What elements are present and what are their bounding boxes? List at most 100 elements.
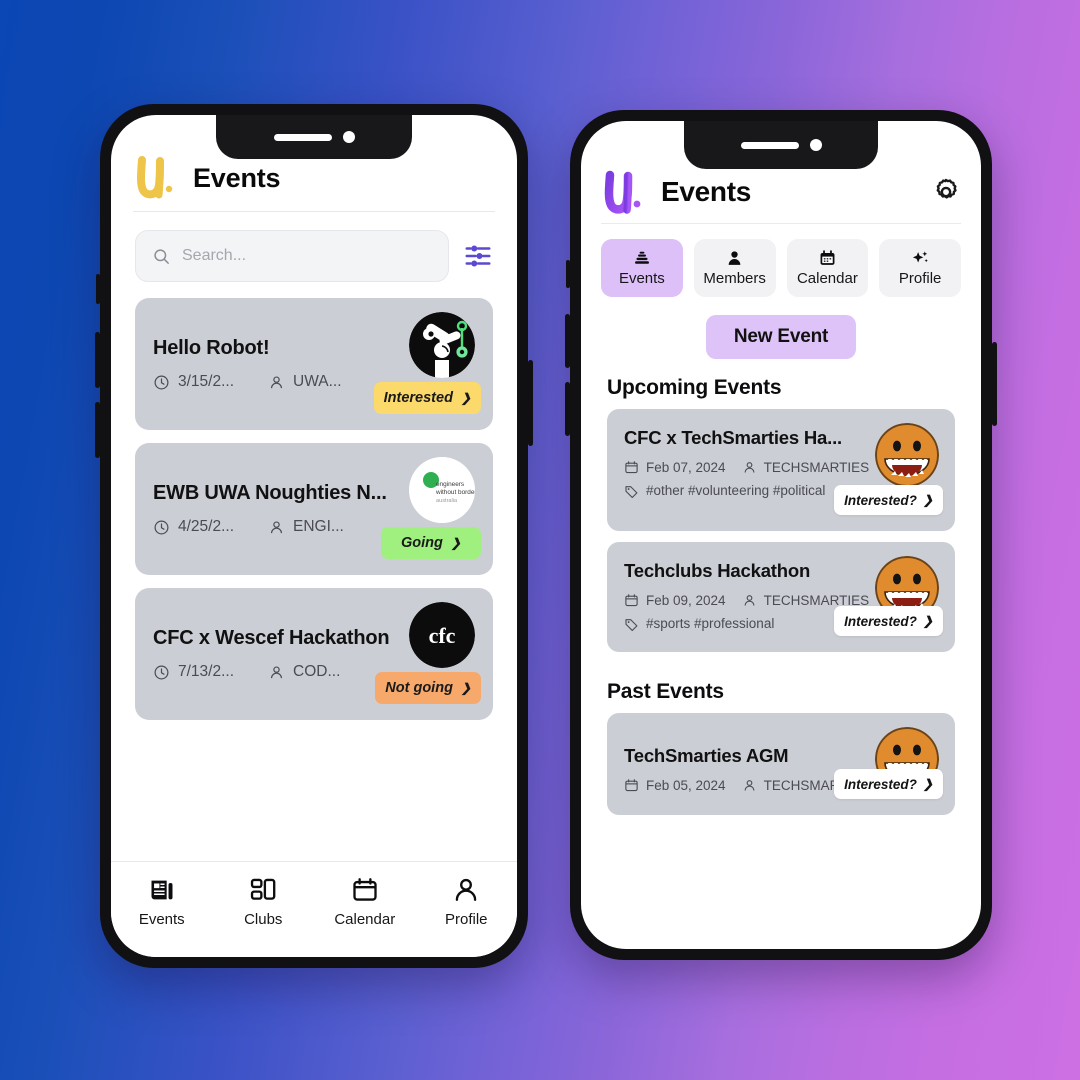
person-icon	[455, 878, 477, 901]
tab-events[interactable]: Events	[111, 876, 213, 928]
calendar-icon	[625, 779, 638, 792]
rsvp-dropdown[interactable]: Interested? ❯	[834, 606, 943, 636]
left-page-title: Events	[193, 162, 281, 193]
u-logo-purple-icon	[601, 168, 645, 216]
person-icon	[270, 375, 283, 388]
clock-icon	[154, 520, 169, 534]
robot-arm-logo-icon	[409, 312, 475, 378]
tab-label: Events	[138, 911, 185, 928]
event-title: Techclubs Hackathon	[624, 560, 811, 581]
rsvp-dropdown[interactable]: Interested? ❯	[834, 769, 943, 799]
event-date-text: Feb 07, 2024	[646, 460, 726, 475]
chevron-down-icon: ❯	[460, 681, 471, 695]
rsvp-dropdown[interactable]: Interested? ❯	[834, 485, 943, 515]
chevron-down-icon: ❯	[460, 391, 471, 405]
chevron-down-icon: ❯	[922, 493, 933, 507]
tab-events[interactable]: Events	[601, 239, 683, 297]
chevron-down-icon: ❯	[450, 536, 461, 550]
search-input[interactable]: Search...	[135, 230, 449, 282]
event-card[interactable]: Techclubs Hackathon Feb 09, 2024 TECHSMA…	[607, 542, 955, 652]
tab-label: Members	[703, 270, 766, 287]
rsvp-dropdown[interactable]: Interested ❯	[373, 382, 481, 414]
event-title: TechSmarties AGM	[624, 745, 789, 766]
event-card[interactable]: Hello Robot! 3/15/2... UWA... Interested…	[135, 298, 493, 430]
phone-left-power-button[interactable]	[528, 360, 533, 446]
phone-left-notch	[216, 115, 412, 159]
event-tags-text: #sports #professional	[646, 616, 775, 631]
left-events-list: Hello Robot! 3/15/2... UWA... Interested…	[111, 282, 517, 720]
tab-label: Profile	[444, 911, 488, 928]
calendar-icon	[353, 878, 377, 901]
svg-text:without borders: without borders	[435, 489, 475, 496]
tab-calendar[interactable]: Calendar	[786, 239, 869, 297]
event-date: 7/13/2...	[153, 663, 234, 681]
event-date-text: Feb 05, 2024	[646, 778, 726, 793]
earpiece-speaker-icon	[740, 141, 799, 149]
event-date: Feb 09, 2024	[624, 593, 726, 608]
engineers-without-borders-logo-icon: engineers without borders australia	[409, 457, 475, 523]
event-host: UWA...	[268, 373, 342, 391]
new-event-button[interactable]: New Event	[705, 315, 857, 359]
event-date: 4/25/2...	[153, 518, 234, 536]
person-icon	[744, 780, 755, 791]
event-card[interactable]: CFC x TechSmarties Ha... Feb 07, 2024 TE…	[607, 409, 955, 531]
rsvp-label: Interested?	[844, 492, 917, 508]
tab-label: Calendar	[796, 270, 858, 287]
event-card[interactable]: cfc CFC x Wescef Hackathon 7/13/2... COD…	[135, 588, 493, 720]
cfc-logo-text: cfc	[429, 623, 456, 648]
phone-left-mute-button[interactable]	[96, 274, 100, 304]
rsvp-label: Interested	[383, 390, 453, 406]
calendar-icon	[625, 461, 638, 474]
layers-events-icon	[632, 249, 652, 268]
tab-profile[interactable]: Profile	[879, 239, 961, 297]
tab-profile[interactable]: Profile	[416, 876, 518, 928]
bottom-tab-bar: Events Clubs Calendar Profile	[111, 861, 517, 957]
news-events-icon	[151, 880, 173, 900]
filter-sliders-icon[interactable]	[463, 241, 493, 271]
tab-calendar[interactable]: Calendar	[314, 876, 416, 928]
past-events-list: TechSmarties AGM Feb 05, 2024 TECHSMARTI…	[581, 704, 981, 815]
new-event-row: New Event	[581, 297, 981, 359]
phone-left-volume-up-button[interactable]	[95, 332, 100, 388]
person-icon	[725, 249, 744, 268]
tag-icon	[625, 486, 638, 499]
gear-icon[interactable]	[931, 177, 961, 207]
rsvp-dropdown[interactable]: Not going ❯	[375, 672, 481, 704]
smiley-face-logo-icon	[875, 423, 939, 487]
u-logo-yellow-icon	[133, 154, 177, 202]
event-host-text: COD...	[293, 663, 341, 680]
tab-label: Clubs	[244, 911, 283, 928]
phone-right-volume-down-button[interactable]	[565, 382, 570, 436]
tab-label: Profile	[898, 270, 942, 287]
event-title: CFC x TechSmarties Ha...	[624, 427, 842, 448]
tab-members[interactable]: Members	[693, 239, 776, 297]
front-camera-icon	[809, 139, 822, 151]
event-host-text: TECHSMARTIES	[763, 460, 870, 475]
chevron-down-icon: ❯	[922, 777, 933, 791]
event-date-text: 7/13/2...	[178, 663, 235, 680]
phone-left: Events Search... Hello Robot! 3/15/2... …	[95, 104, 533, 968]
tag-icon	[625, 619, 638, 632]
person-icon	[270, 665, 283, 678]
event-date: 3/15/2...	[153, 373, 234, 391]
event-card[interactable]: engineers without borders australia EWB …	[135, 443, 493, 575]
phone-left-volume-down-button[interactable]	[95, 402, 100, 458]
phone-right-mute-button[interactable]	[566, 260, 570, 288]
phone-right-volume-up-button[interactable]	[565, 314, 570, 368]
right-page-title: Events	[661, 176, 752, 207]
event-host: TECHSMARTIES	[742, 460, 870, 475]
event-host: ENGI...	[268, 518, 344, 536]
event-host: COD...	[268, 663, 340, 681]
event-title: CFC x Wescef Hackathon	[153, 627, 390, 649]
person-icon	[270, 520, 283, 533]
rsvp-dropdown[interactable]: Going ❯	[381, 527, 481, 559]
tab-clubs[interactable]: Clubs	[213, 876, 315, 928]
phone-right-power-button[interactable]	[992, 342, 997, 426]
rsvp-label: Interested?	[844, 776, 917, 792]
cfc-logo-icon: cfc	[409, 602, 475, 668]
event-card[interactable]: TechSmarties AGM Feb 05, 2024 TECHSMARTI…	[607, 713, 955, 815]
phone-right-notch	[684, 121, 878, 169]
event-title: Hello Robot!	[153, 337, 270, 359]
svg-text:australia: australia	[436, 498, 458, 504]
calendar-icon	[625, 594, 638, 607]
